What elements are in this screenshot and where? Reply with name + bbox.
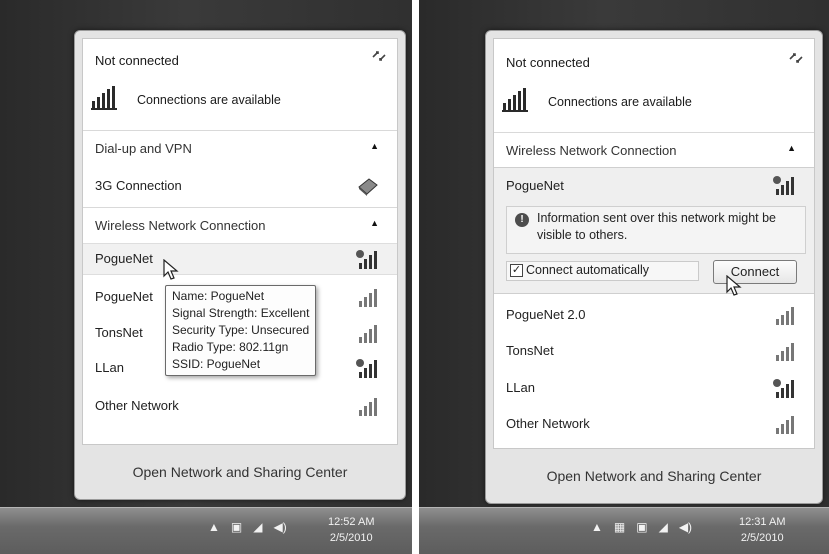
network-tooltip: Name: PogueNet Signal Strength: Excellen… — [165, 285, 317, 376]
clock-date: 2/5/2010 — [329, 532, 373, 544]
section-label: Wireless Network Connection — [506, 142, 677, 158]
tooltip-line: Signal Strength: Excellent — [172, 306, 310, 320]
network-flyout: Not connected Connections are available … — [485, 30, 823, 504]
signal-strength-icon — [776, 307, 794, 325]
right-screenshot: Not connected Connections are available … — [419, 0, 829, 554]
network-name: Other Network — [95, 398, 179, 413]
network-name: TonsNet — [506, 343, 554, 358]
section-wireless[interactable]: Wireless Network Connection ▲ — [83, 207, 397, 242]
connect-automatically-checkbox[interactable]: ✓ Connect automatically — [506, 261, 699, 281]
secured-signal-icon — [773, 379, 794, 398]
chevron-up-icon[interactable]: ▲ — [208, 520, 220, 534]
taskbar: ▲ ▦ ▣ ◢ ◀) 12:31 AM 2/5/2010 — [419, 507, 829, 554]
network-item[interactable]: LLan — [494, 373, 814, 403]
signal-strength-icon — [776, 416, 794, 434]
secured-signal-icon — [356, 250, 377, 269]
section-dialup-vpn[interactable]: Dial-up and VPN ▲ — [83, 130, 397, 165]
checkbox-check-icon: ✓ — [510, 264, 523, 277]
clock[interactable]: 12:31 AM 2/5/2010 — [739, 514, 785, 546]
network-item[interactable]: PogueNet — [83, 243, 397, 275]
connection-label: 3G Connection — [95, 178, 182, 193]
left-screenshot: Not connected Connections are available … — [0, 0, 412, 554]
clock[interactable]: 12:52 AM 2/5/2010 — [328, 514, 374, 546]
signal-strength-icon — [359, 289, 377, 307]
clock-time: 12:52 AM — [328, 516, 375, 528]
status-subtitle: Connections are available — [137, 93, 281, 107]
modem-icon — [358, 178, 378, 196]
app-icon[interactable]: ▦ — [614, 520, 625, 534]
network-bars-icon — [502, 88, 528, 112]
network-name: PogueNet 2.0 — [506, 307, 586, 322]
network-item[interactable]: Other Network — [494, 409, 814, 439]
chevron-up-icon[interactable]: ▲ — [370, 141, 379, 151]
checkbox-label: Connect automatically — [526, 263, 649, 277]
tooltip-line: Name: PogueNet — [172, 289, 265, 303]
network-item[interactable]: Other Network — [83, 391, 397, 421]
signal-strength-icon[interactable]: ◢ — [253, 520, 262, 534]
chevron-up-icon[interactable]: ▲ — [591, 520, 603, 534]
network-icon[interactable]: ▣ — [231, 520, 242, 534]
selected-network-panel[interactable]: PogueNet ! Information sent over this ne… — [494, 167, 814, 296]
taskbar: ▲ ▣ ◢ ◀) 12:52 AM 2/5/2010 — [0, 507, 412, 554]
refresh-icon[interactable] — [371, 49, 387, 68]
system-tray: ▲ ▦ ▣ ◢ ◀) — [591, 520, 692, 534]
clock-time: 12:31 AM — [739, 516, 786, 528]
network-name: Other Network — [506, 416, 590, 431]
security-warning: ! Information sent over this network mig… — [506, 206, 806, 254]
network-name: PogueNet — [95, 289, 153, 304]
network-icon[interactable]: ▣ — [636, 520, 647, 534]
section-label: Dial-up and VPN — [95, 140, 192, 156]
chevron-up-icon[interactable]: ▲ — [370, 218, 379, 228]
refresh-icon[interactable] — [788, 51, 804, 70]
chevron-up-icon[interactable]: ▲ — [787, 143, 796, 153]
tooltip-line: Radio Type: 802.11gn — [172, 340, 289, 354]
signal-strength-icon — [359, 325, 377, 343]
section-label: Wireless Network Connection — [95, 217, 266, 233]
status-title: Not connected — [95, 53, 179, 68]
signal-strength-icon[interactable]: ◢ — [659, 520, 668, 534]
shield-icon: ! — [515, 213, 529, 227]
open-network-sharing-center-link[interactable]: Open Network and Sharing Center — [493, 456, 815, 496]
secured-signal-icon — [356, 359, 377, 378]
volume-icon[interactable]: ◀) — [679, 520, 692, 534]
volume-icon[interactable]: ◀) — [273, 520, 286, 534]
signal-strength-icon — [776, 343, 794, 361]
tooltip-line: Security Type: Unsecured — [172, 323, 310, 337]
network-flyout: Not connected Connections are available … — [74, 30, 406, 500]
open-network-sharing-center-link[interactable]: Open Network and Sharing Center — [82, 452, 398, 492]
network-item[interactable]: TonsNet — [494, 336, 814, 366]
section-wireless[interactable]: Wireless Network Connection ▲ — [494, 132, 814, 167]
network-list-panel: Not connected Connections are available … — [82, 38, 398, 445]
network-list-panel: Not connected Connections are available … — [493, 38, 815, 449]
warning-text: Information sent over this network might… — [537, 211, 777, 242]
network-item[interactable]: PogueNet 2.0 — [494, 300, 814, 330]
network-name: PogueNet — [506, 178, 564, 193]
clock-date: 2/5/2010 — [740, 532, 784, 544]
mouse-pointer-icon — [726, 275, 742, 296]
status-title: Not connected — [506, 55, 590, 70]
tooltip-line: SSID: PogueNet — [172, 357, 261, 371]
network-name: TonsNet — [95, 325, 143, 340]
signal-strength-icon — [359, 398, 377, 416]
status-subtitle: Connections are available — [548, 95, 692, 109]
network-name: PogueNet — [95, 251, 153, 266]
network-bars-icon — [91, 86, 117, 110]
network-name: LLan — [95, 360, 124, 375]
mouse-pointer-icon — [163, 259, 179, 280]
network-name: LLan — [506, 380, 535, 395]
secured-signal-icon — [773, 176, 794, 195]
system-tray: ▲ ▣ ◢ ◀) — [208, 520, 287, 534]
connection-3g[interactable]: 3G Connection — [83, 171, 397, 201]
